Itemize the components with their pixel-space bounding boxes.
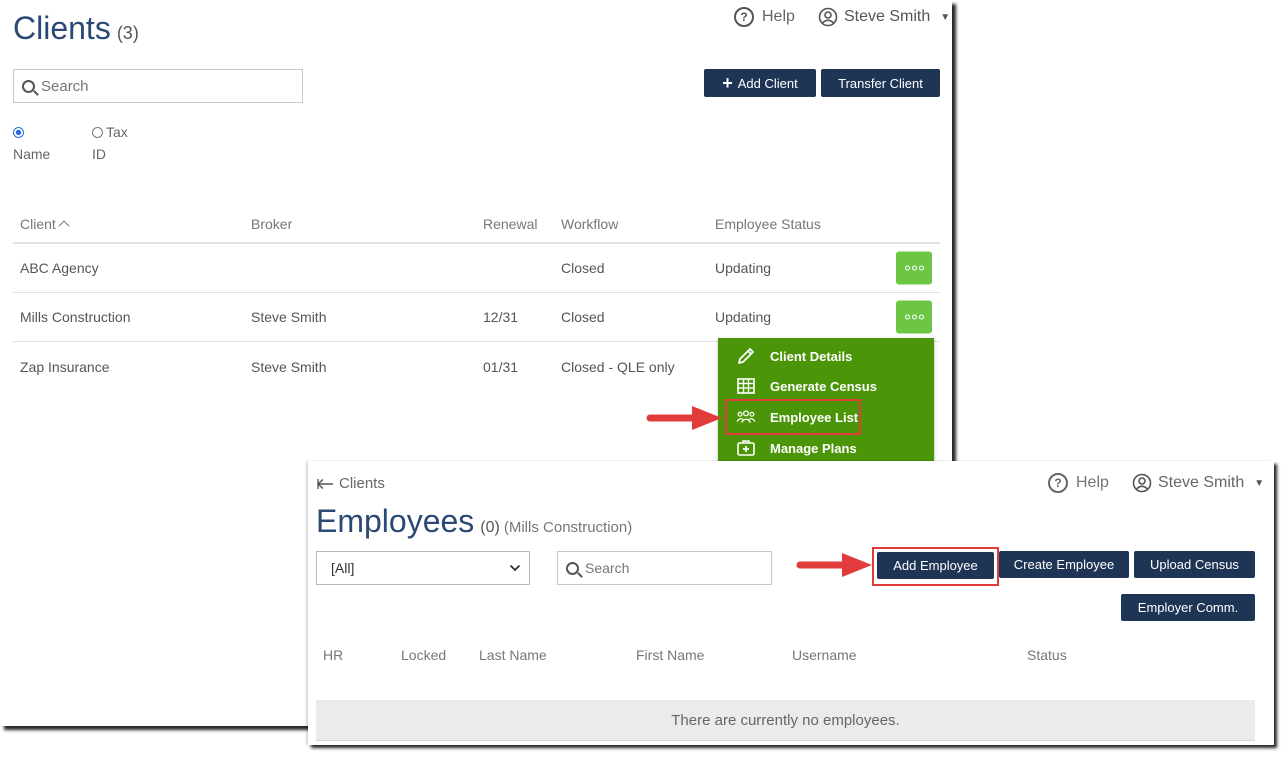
radio-unselected-icon[interactable]: [92, 126, 103, 138]
row-actions-button[interactable]: [896, 300, 932, 334]
create-employee-button[interactable]: Create Employee: [999, 551, 1129, 578]
table-row[interactable]: Mills Construction Steve Smith 12/31 Clo…: [13, 293, 940, 342]
search-by-name-radio[interactable]: Name: [13, 123, 50, 162]
back-to-clients-link[interactable]: Clients: [316, 475, 385, 492]
header-last-name[interactable]: Last Name: [479, 647, 547, 663]
menu-item-manage-plans[interactable]: Manage Plans: [718, 433, 934, 463]
header-hr[interactable]: HR: [323, 647, 343, 663]
empty-state-message: There are currently no employees.: [316, 700, 1255, 741]
header-locked[interactable]: Locked: [401, 647, 446, 663]
search-icon: [566, 561, 579, 575]
row-actions-button[interactable]: [896, 251, 932, 285]
header-workflow[interactable]: Workflow: [561, 216, 618, 232]
help-link[interactable]: ? Help: [734, 7, 795, 27]
caret-down-icon: ▼: [1254, 477, 1265, 489]
employees-table-header: HR Locked Last Name First Name Username …: [316, 641, 1255, 669]
header-employee-status[interactable]: Employee Status: [715, 216, 821, 232]
chevron-down-icon: [509, 564, 521, 572]
header-username[interactable]: Username: [792, 647, 857, 663]
client-count: (3): [116, 23, 139, 43]
employer-comm-button[interactable]: Employer Comm.: [1121, 594, 1255, 621]
dot-icon: [911, 265, 917, 271]
table-header: Client Broker Renewal Workflow Employee …: [13, 205, 940, 244]
dot-icon: [904, 314, 910, 320]
user-icon: [818, 7, 838, 27]
caret-down-icon: ▼: [940, 11, 951, 23]
menu-item-generate-census[interactable]: Generate Census: [718, 371, 934, 401]
plus-icon: +: [722, 73, 733, 93]
employee-filter-select[interactable]: [All]: [316, 551, 530, 585]
employee-count: (0): [480, 519, 500, 536]
header-renewal[interactable]: Renewal: [483, 216, 537, 232]
dot-icon: [918, 314, 924, 320]
header-status[interactable]: Status: [1027, 647, 1067, 663]
help-link[interactable]: ? Help: [1048, 473, 1109, 493]
header-first-name[interactable]: First Name: [636, 647, 704, 663]
client-search-input[interactable]: [41, 77, 281, 95]
back-arrow-icon: [316, 478, 333, 489]
grid-icon: [737, 378, 755, 394]
search-icon: [22, 79, 35, 93]
help-icon: ?: [1048, 473, 1068, 493]
help-icon: ?: [734, 7, 754, 27]
employee-list-highlight: [725, 399, 861, 435]
radio-selected-icon[interactable]: [13, 126, 24, 138]
table-row[interactable]: ABC Agency Closed Updating: [13, 244, 940, 293]
add-employee-highlight: [872, 547, 999, 586]
sort-ascending-icon: [58, 219, 70, 232]
medical-bag-icon: [737, 440, 755, 456]
arrow-right-icon: [646, 406, 722, 430]
header-client[interactable]: Client: [20, 216, 70, 232]
client-name-subtitle: (Mills Construction): [503, 519, 633, 536]
page-title: Clients (3): [13, 10, 139, 46]
transfer-client-button[interactable]: Transfer Client: [821, 69, 940, 97]
arrow-right-icon: [796, 553, 872, 577]
header-broker[interactable]: Broker: [251, 216, 292, 232]
dot-icon: [911, 314, 917, 320]
user-menu[interactable]: Steve Smith ▼: [818, 7, 950, 27]
employee-search[interactable]: [557, 551, 772, 585]
search-by-taxid-radio[interactable]: Tax ID: [92, 123, 128, 162]
employee-search-input[interactable]: [585, 560, 765, 576]
menu-item-client-details[interactable]: Client Details: [718, 341, 934, 371]
pencil-icon: [738, 348, 754, 364]
add-client-button[interactable]: + Add Client: [704, 69, 816, 97]
employees-panel: Clients Employees (0) (Mills Construction)…: [308, 461, 1274, 745]
user-icon: [1132, 473, 1152, 493]
client-search[interactable]: [13, 69, 303, 103]
user-menu[interactable]: Steve Smith ▼: [1132, 473, 1264, 493]
dot-icon: [904, 265, 910, 271]
page-title: Employees (0) (Mills Construction): [316, 503, 633, 539]
dot-icon: [918, 265, 924, 271]
upload-census-button[interactable]: Upload Census: [1134, 551, 1255, 578]
